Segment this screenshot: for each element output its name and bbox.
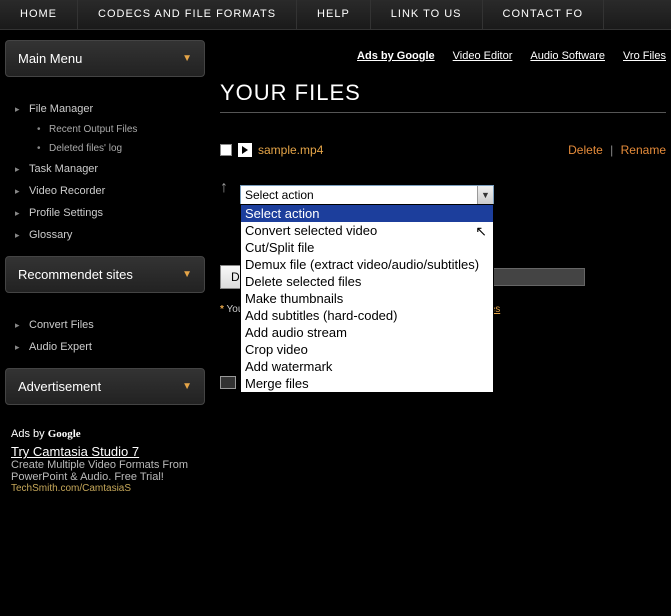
chevron-down-icon[interactable]: ▼: [182, 381, 192, 392]
menu-video-recorder[interactable]: Video Recorder: [5, 180, 205, 202]
ad-description: Create Multiple Video Formats From Power…: [11, 459, 199, 483]
ads-by-google-label: Ads by Google: [11, 428, 199, 440]
menu-task-manager[interactable]: Task Manager: [5, 158, 205, 180]
submenu-recent-output[interactable]: Recent Output Files: [5, 120, 205, 139]
folder-icon: [220, 376, 236, 389]
option-delete-files[interactable]: Delete selected files: [241, 273, 493, 290]
chevron-down-icon[interactable]: ▼: [182, 269, 192, 280]
up-arrow-icon: ↑: [220, 179, 228, 197]
link-audio-expert[interactable]: Audio Expert: [5, 336, 205, 358]
sidebar: Main Menu ▼ File Manager Recent Output F…: [5, 40, 205, 502]
menu-file-manager[interactable]: File Manager: [5, 98, 205, 120]
action-dropdown: Select action Convert selected video Cut…: [240, 204, 494, 393]
adlink-audio-software[interactable]: Audio Software: [530, 50, 605, 62]
action-select-value: Select action: [245, 188, 314, 202]
nav-home[interactable]: HOME: [0, 0, 78, 29]
file-name-link[interactable]: sample.mp4: [258, 143, 323, 157]
dropdown-button[interactable]: ▼: [477, 186, 493, 204]
option-select-action[interactable]: Select action: [241, 205, 493, 222]
nav-codecs[interactable]: CODECS AND FILE FORMATS: [78, 0, 297, 29]
main-menu-title: Main Menu: [18, 51, 82, 66]
separator: |: [610, 143, 613, 157]
action-select-area: ↑ Select action ▼ Select action Convert …: [240, 185, 666, 205]
ad-links-row: Ads by Google Video Editor Audio Softwar…: [220, 40, 666, 80]
action-select[interactable]: Select action ▼: [240, 185, 494, 205]
option-add-subtitles[interactable]: Add subtitles (hard-coded): [241, 307, 493, 324]
ad-title-link[interactable]: Try Camtasia Studio 7: [11, 444, 199, 459]
rec-sites-panel: Recommendet sites ▼: [5, 256, 205, 293]
option-crop-video[interactable]: Crop video: [241, 341, 493, 358]
main-menu-list: File Manager Recent Output Files Deleted…: [5, 92, 205, 256]
option-merge-files[interactable]: Merge files: [241, 375, 493, 392]
advert-panel: Advertisement ▼: [5, 368, 205, 405]
delete-link[interactable]: Delete: [568, 143, 603, 157]
ad-block: Ads by Google Try Camtasia Studio 7 Crea…: [5, 420, 205, 502]
adlink-video-editor[interactable]: Video Editor: [453, 50, 513, 62]
main-content: Ads by Google Video Editor Audio Softwar…: [220, 40, 666, 502]
main-menu-panel: Main Menu ▼: [5, 40, 205, 77]
submenu-deleted-log[interactable]: Deleted files' log: [5, 139, 205, 158]
adlink-vro-files[interactable]: Vro Files: [623, 50, 666, 62]
asterisk: *: [220, 304, 224, 315]
rec-sites-title: Recommendet sites: [18, 267, 133, 282]
nav-link-to-us[interactable]: LINK TO US: [371, 0, 483, 29]
file-row: sample.mp4 Delete | Rename: [220, 143, 666, 157]
option-add-watermark[interactable]: Add watermark: [241, 358, 493, 375]
file-checkbox[interactable]: [220, 144, 232, 156]
rename-input[interactable]: [485, 268, 585, 286]
advert-title: Advertisement: [18, 379, 101, 394]
nav-contact[interactable]: CONTACT FO: [483, 0, 604, 29]
rec-sites-list: Convert Files Audio Expert: [5, 308, 205, 368]
nav-help[interactable]: HELP: [297, 0, 371, 29]
option-demux[interactable]: Demux file (extract video/audio/subtitle…: [241, 256, 493, 273]
play-icon[interactable]: [238, 143, 252, 157]
top-nav: HOME CODECS AND FILE FORMATS HELP LINK T…: [0, 0, 671, 30]
file-actions: Delete | Rename: [568, 143, 666, 157]
page-title: YOUR FILES: [220, 80, 666, 113]
ad-url[interactable]: TechSmith.com/CamtasiaS: [11, 483, 199, 494]
menu-profile-settings[interactable]: Profile Settings: [5, 202, 205, 224]
link-convert-files[interactable]: Convert Files: [5, 314, 205, 336]
rename-link[interactable]: Rename: [621, 143, 666, 157]
option-add-audio[interactable]: Add audio stream: [241, 324, 493, 341]
menu-glossary[interactable]: Glossary: [5, 224, 205, 246]
chevron-down-icon[interactable]: ▼: [182, 53, 192, 64]
ads-by-google-link[interactable]: Ads by Google: [357, 50, 435, 62]
option-cut-split[interactable]: Cut/Split file: [241, 239, 493, 256]
option-convert-video[interactable]: Convert selected video: [241, 222, 493, 239]
option-thumbnails[interactable]: Make thumbnails: [241, 290, 493, 307]
